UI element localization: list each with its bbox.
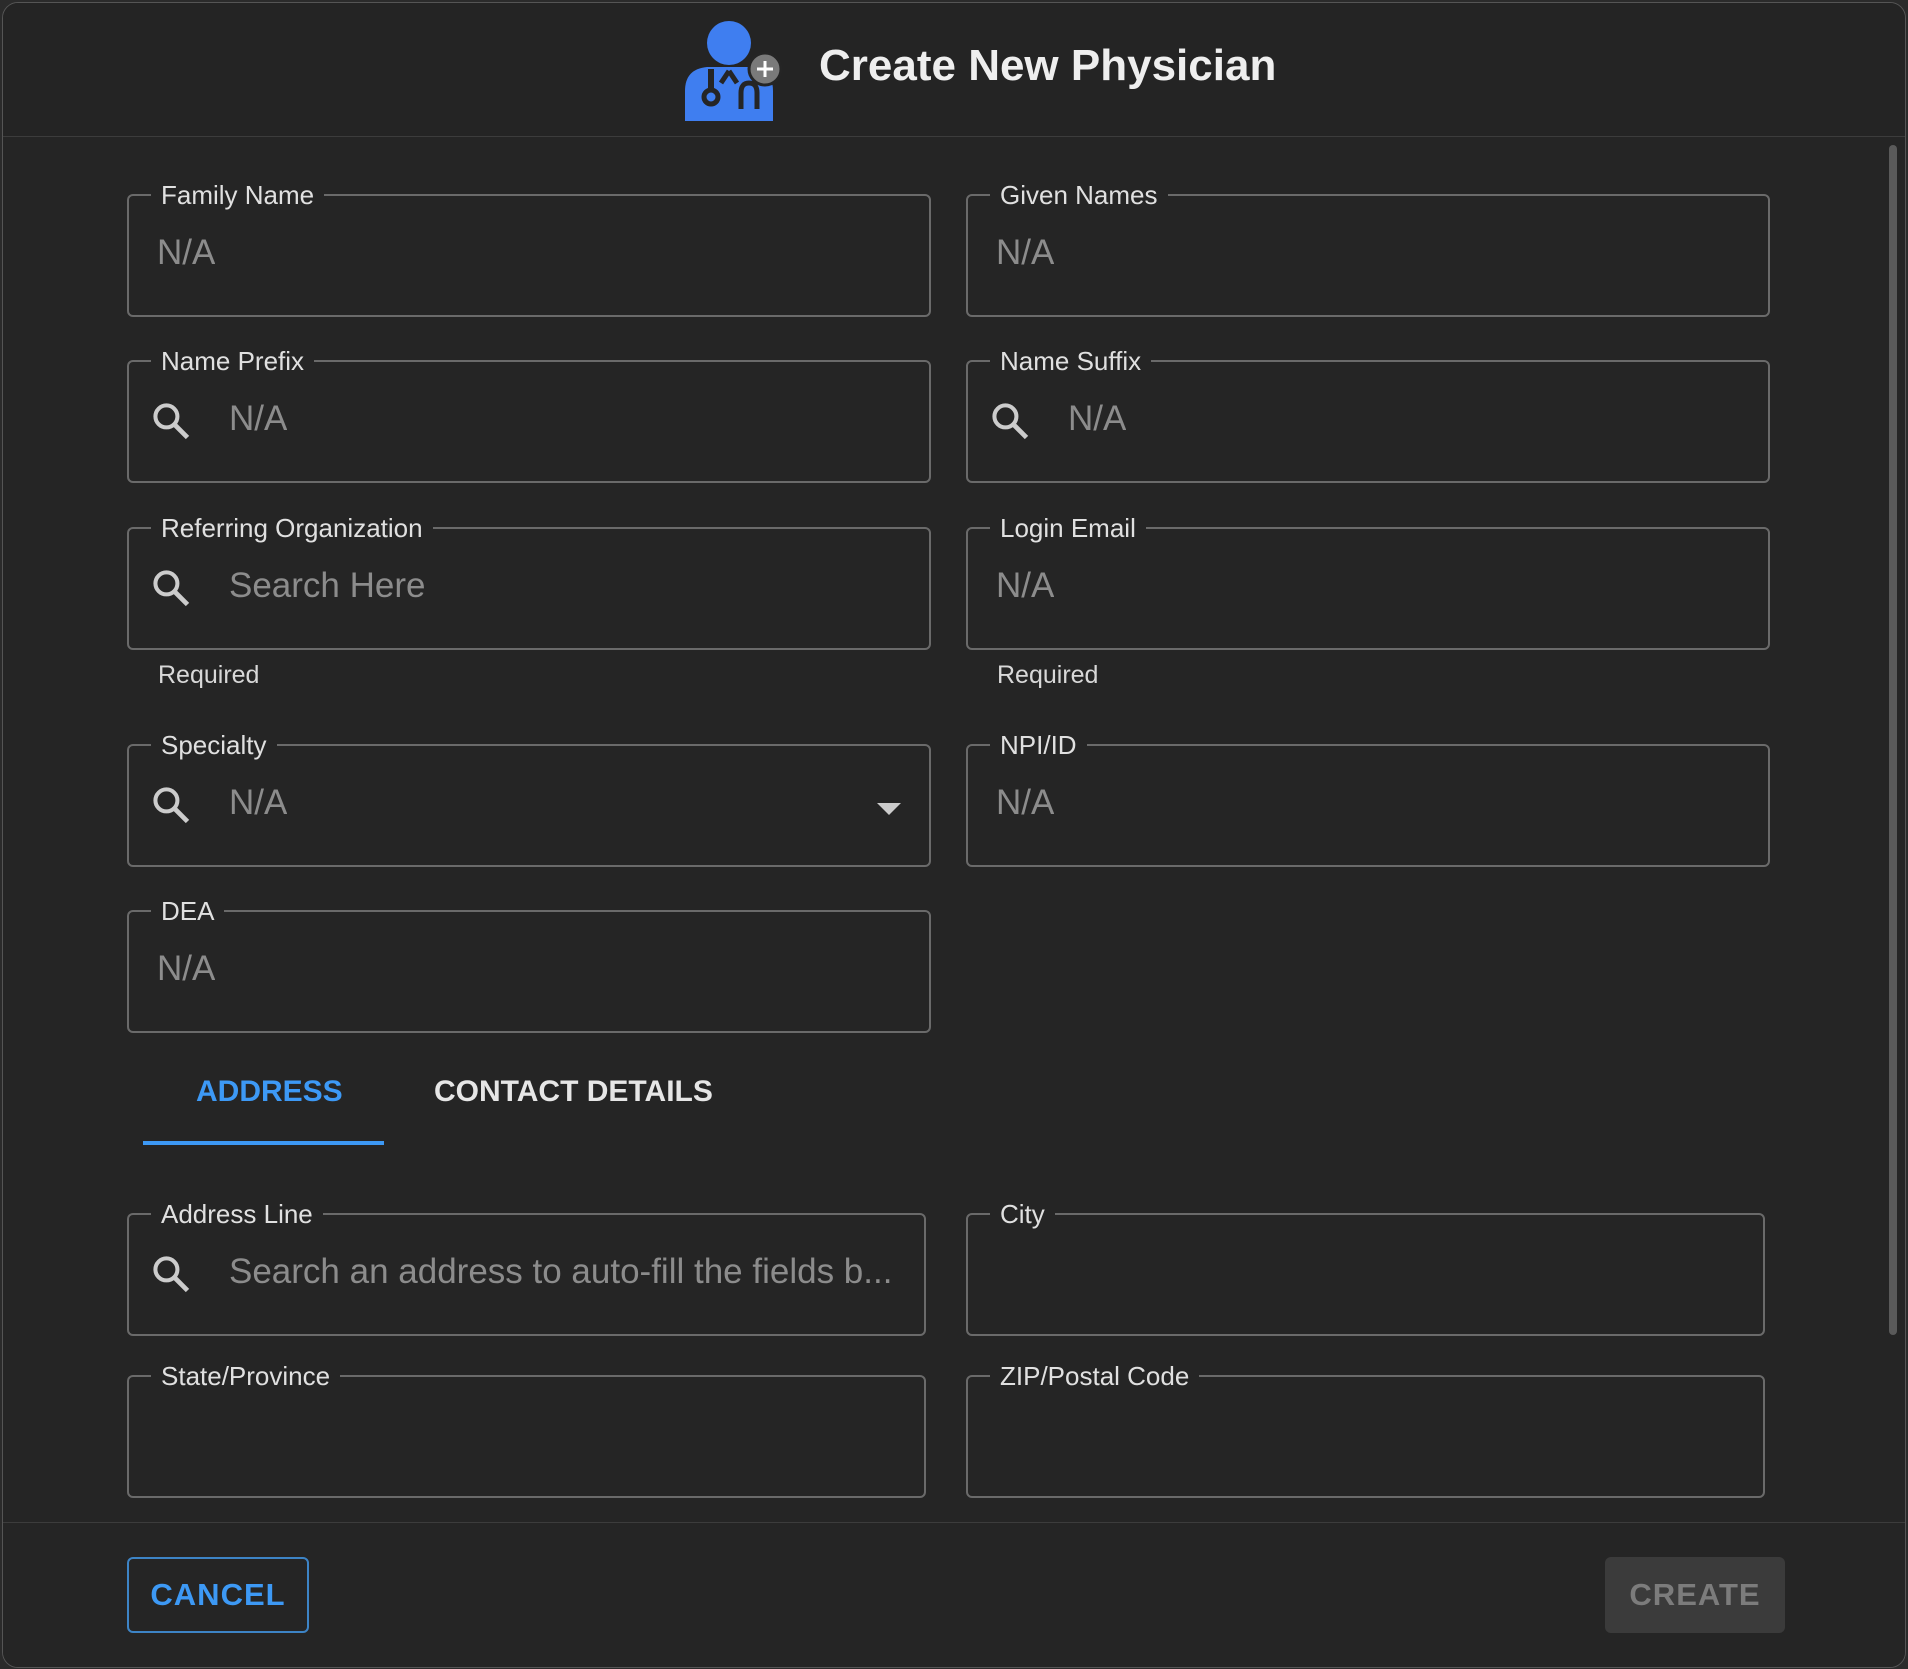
specialty-field[interactable]: Specialty N/A — [127, 732, 931, 867]
dea-label: DEA — [161, 896, 215, 926]
search-icon — [153, 1256, 190, 1293]
search-icon — [153, 787, 190, 824]
active-tab-indicator — [143, 1141, 384, 1145]
search-icon — [153, 570, 190, 607]
family-name-field[interactable]: Family Name N/A — [127, 182, 931, 317]
specialty-input[interactable]: N/A — [229, 783, 287, 823]
family-name-label: Family Name — [161, 180, 315, 210]
specialty-label: Specialty — [161, 730, 267, 760]
search-icon — [153, 403, 190, 440]
create-button[interactable]: CREATE — [1605, 1557, 1785, 1633]
dialog-header: Create New Physician — [3, 3, 1905, 137]
tab-contact-details[interactable]: CONTACT DETAILS — [434, 1075, 713, 1109]
given-names-field[interactable]: Given Names N/A — [966, 182, 1770, 317]
name-suffix-field[interactable]: Name Suffix N/A — [966, 348, 1770, 483]
search-icon — [992, 403, 1029, 440]
referring-organization-helper: Required — [158, 661, 260, 689]
address-line-field[interactable]: Address Line Search an address to auto-f… — [127, 1201, 926, 1336]
name-suffix-label: Name Suffix — [1000, 346, 1142, 376]
login-email-input[interactable]: N/A — [996, 566, 1054, 606]
name-suffix-input[interactable]: N/A — [1068, 399, 1126, 439]
login-email-field[interactable]: Login Email N/A — [966, 515, 1770, 650]
name-prefix-label: Name Prefix — [161, 346, 305, 376]
scrollbar[interactable] — [1889, 145, 1897, 1335]
create-physician-dialog: Create New Physician Family Name N/A Giv… — [2, 2, 1906, 1668]
state-province-field[interactable]: State/Province — [127, 1363, 926, 1498]
city-field[interactable]: City — [966, 1201, 1765, 1336]
referring-organization-input[interactable]: Search Here — [229, 566, 425, 606]
login-email-helper: Required — [997, 661, 1099, 689]
address-line-input[interactable]: Search an address to auto-fill the field… — [229, 1252, 896, 1292]
zip-postal-code-field[interactable]: ZIP/Postal Code — [966, 1363, 1765, 1498]
npi-id-field[interactable]: NPI/ID N/A — [966, 732, 1770, 867]
dea-field[interactable]: DEA N/A — [127, 898, 931, 1033]
cancel-button[interactable]: CANCEL — [127, 1557, 309, 1633]
referring-organization-field[interactable]: Referring Organization Search Here — [127, 515, 931, 650]
family-name-input[interactable]: N/A — [157, 233, 215, 273]
name-prefix-field[interactable]: Name Prefix N/A — [127, 348, 931, 483]
city-label: City — [1000, 1199, 1045, 1229]
npi-id-label: NPI/ID — [1000, 730, 1077, 760]
name-prefix-input[interactable]: N/A — [229, 399, 287, 439]
npi-id-input[interactable]: N/A — [996, 783, 1054, 823]
dialog-footer: CANCEL CREATE — [3, 1522, 1905, 1667]
chevron-down-icon[interactable] — [877, 803, 901, 815]
given-names-label: Given Names — [1000, 180, 1158, 210]
state-province-label: State/Province — [161, 1361, 331, 1391]
dialog-title: Create New Physician — [819, 41, 1277, 90]
dea-input[interactable]: N/A — [157, 949, 215, 989]
given-names-input[interactable]: N/A — [996, 233, 1054, 273]
login-email-label: Login Email — [1000, 513, 1136, 543]
zip-postal-code-label: ZIP/Postal Code — [1000, 1361, 1190, 1391]
tab-address[interactable]: ADDRESS — [196, 1075, 343, 1109]
address-line-label: Address Line — [161, 1199, 313, 1229]
physician-add-icon — [685, 21, 783, 121]
referring-organization-label: Referring Organization — [161, 513, 423, 543]
